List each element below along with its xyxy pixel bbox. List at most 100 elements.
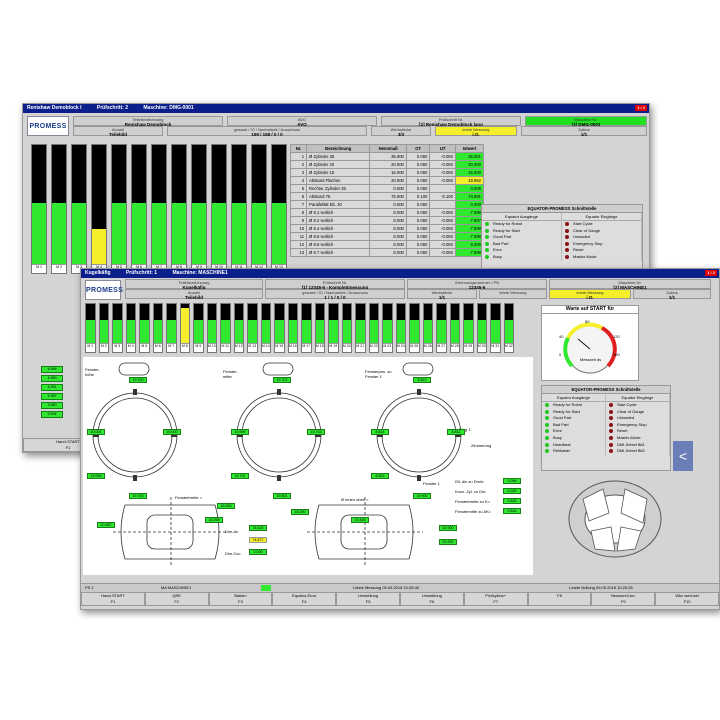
section-value: 52.902 xyxy=(439,539,457,545)
table-row[interactable]: 1Ø Zylinder 35 35.000 0.050 -0.050 35.001 xyxy=(289,152,485,161)
bar-fill xyxy=(140,320,149,344)
bar-black-zone xyxy=(302,304,311,320)
fkey-9[interactable]: Neustart-Korr. F9 xyxy=(591,592,656,606)
right-value: 0.025 xyxy=(503,488,521,494)
table-cell: 7.999 xyxy=(454,248,485,257)
bar-fill xyxy=(180,308,189,344)
back-title-part: Renishaw Demoblock I xyxy=(27,105,82,111)
fkey-label: Prüfzyklus+ xyxy=(485,593,507,598)
bar-label: M 20 xyxy=(342,343,351,352)
table-row[interactable]: 7 Parallelität Eb. 20 0.000 0.050 0.000 xyxy=(289,200,485,209)
measure-bar: M 11 xyxy=(220,303,231,353)
measure-bar: M 4 xyxy=(125,303,136,353)
header-caption: letzte Messung xyxy=(499,290,527,295)
bar-black-zone xyxy=(423,304,432,320)
status-led-icon xyxy=(545,422,549,427)
table-cell: 9 xyxy=(289,216,308,225)
promess-logo: PROMESS xyxy=(85,280,123,300)
label-dim-an: Dim-An xyxy=(225,529,239,534)
section-value: 0.006 xyxy=(249,549,267,555)
fkey-10[interactable]: Wkz wechsel F10 xyxy=(655,592,719,606)
ring-value: 19.948 xyxy=(87,473,105,479)
table-cell: 0.050 xyxy=(405,208,431,217)
fkey-number: F6 xyxy=(429,599,435,604)
bar-label: M 5 xyxy=(140,343,149,352)
ring-value: 19.700 xyxy=(129,377,147,383)
table-row[interactable]: 10 Ø 8.4 seitlich 8.000 0.050 -0.050 7.999 xyxy=(289,224,485,233)
right-value-label: ISL din zu Dmin: xyxy=(455,479,485,484)
table-row[interactable]: 9Ø 8.2 seitlich 8.000 0.050 -0.050 7.997 xyxy=(289,216,485,225)
bar-label: M 17 xyxy=(302,343,311,352)
bar-black-zone xyxy=(396,304,405,320)
back-title-machine: Maschine: DMG-0001 xyxy=(143,105,194,111)
fkey-5[interactable]: Umstellung F5 xyxy=(336,592,400,606)
io-signal: DMI-Select Bit1 xyxy=(606,442,669,449)
measure-bar: M 3 xyxy=(112,303,123,353)
bar-fill xyxy=(315,320,324,344)
ring-value: 19.900 xyxy=(413,493,431,499)
table-cell: 8 xyxy=(289,208,308,217)
table-cell: 0.050 xyxy=(405,232,431,241)
fkey-label: Umstellung xyxy=(421,593,442,598)
table-row[interactable]: 8Ø 8.1 seitlich 8.000 0.050 -0.050 7.998 xyxy=(289,208,485,217)
table-row[interactable]: 13 Ø 8.7 seitlich 8.000 0.050 -0.050 7.999 xyxy=(289,248,485,257)
table-cell: -0.050 xyxy=(429,152,456,161)
ring-value: 20.001 xyxy=(87,429,105,435)
table-cell: 0.000 xyxy=(454,200,485,209)
bar-fill xyxy=(32,202,46,265)
io-label: Reset xyxy=(573,247,584,253)
bar-fill xyxy=(112,202,126,265)
inputs-header: Equator Eingänge xyxy=(606,394,669,402)
table-cell: 0.050 xyxy=(405,248,431,257)
header-value: i.O. xyxy=(586,295,594,300)
ring-value: 8.814 xyxy=(371,429,389,435)
table-row[interactable]: 2Ø Zylinder 20 20.000 0.050 -0.050 20.000 xyxy=(289,160,485,169)
section-value: 18.350 xyxy=(291,509,309,515)
table-row[interactable]: 11 Ø 8.5 seitlich 8.000 0.050 -0.050 7.998 xyxy=(289,232,485,241)
side-collapse-tab[interactable]: < xyxy=(673,441,693,471)
table-cell: 7 xyxy=(289,200,308,209)
table-cell: 20.000 xyxy=(369,176,407,185)
measure-bar: M 27 xyxy=(436,303,447,353)
bar-fill xyxy=(167,320,176,344)
label-zimmerung: Zimmerung xyxy=(471,443,492,448)
table-cell: -0.050 xyxy=(429,160,456,169)
table-header: OT xyxy=(405,144,431,153)
fkey-6[interactable]: Umstellung F6 xyxy=(399,592,464,606)
io-signal: Heartbeat xyxy=(542,442,605,449)
table-cell: 0.050 xyxy=(405,240,431,249)
io-signal: Clear of Gauge xyxy=(562,228,641,235)
table-cell: 0.050 xyxy=(405,152,431,161)
fkey-1[interactable]: Hand-START F1 xyxy=(81,592,145,606)
bar-fill xyxy=(410,320,419,344)
bar-black-zone xyxy=(450,304,459,320)
table-row[interactable]: 4 Abstand Flächen 20.000 0.050 -0.050 19.962 xyxy=(289,176,485,185)
page-indicator[interactable]: 1 / 2 xyxy=(705,270,717,276)
fkey-2[interactable]: QRK F2 xyxy=(144,592,209,606)
fkey-7[interactable]: Prüfzyklus+ F7 xyxy=(463,592,528,606)
table-row[interactable]: 6 Abstand 75 75.000 0.100 -0.100 74.991 xyxy=(289,192,485,201)
bar-label: M 24 xyxy=(396,343,405,352)
measure-bar: M 2 xyxy=(51,144,67,274)
bar-label: M 8 xyxy=(180,343,189,352)
page-indicator[interactable]: 1 / 2 xyxy=(635,105,647,111)
fkey-3[interactable]: Balken F3 xyxy=(208,592,273,606)
fkey-4[interactable]: Equator-Error F4 xyxy=(272,592,337,606)
table-row[interactable]: 3Ø Zylinder 15 15.000 0.050 -0.050 15.000 xyxy=(289,168,485,177)
bar-label: M 23 xyxy=(383,343,392,352)
io-signal: Good Part xyxy=(482,234,561,241)
fkey-8[interactable]: F8 xyxy=(527,592,592,606)
table-header: Nr. xyxy=(289,144,308,153)
table-cell: 15.000 xyxy=(369,168,407,177)
io-label: Error xyxy=(553,428,562,434)
header-field: Prüfschritt Nr. [2] Renishaw Demoblock la… xyxy=(381,116,521,127)
right-value-label: Fenstermitte zu AK= xyxy=(455,509,492,514)
bar-black-zone xyxy=(207,304,216,320)
status-led-icon xyxy=(609,409,613,414)
bar-fill xyxy=(369,320,378,344)
table-row[interactable]: 5 Rechtw. Zylinder 35 0.000 0.050 0.006 xyxy=(289,184,485,193)
table-row[interactable]: 12 Ø 8.6 seitlich 8.000 0.050 -0.050 8.000 xyxy=(289,240,485,249)
table-cell: Abstand 75 xyxy=(306,192,371,201)
io-label: Clear of Gauge xyxy=(573,227,601,233)
table-header: Bezeichnung xyxy=(306,144,371,153)
